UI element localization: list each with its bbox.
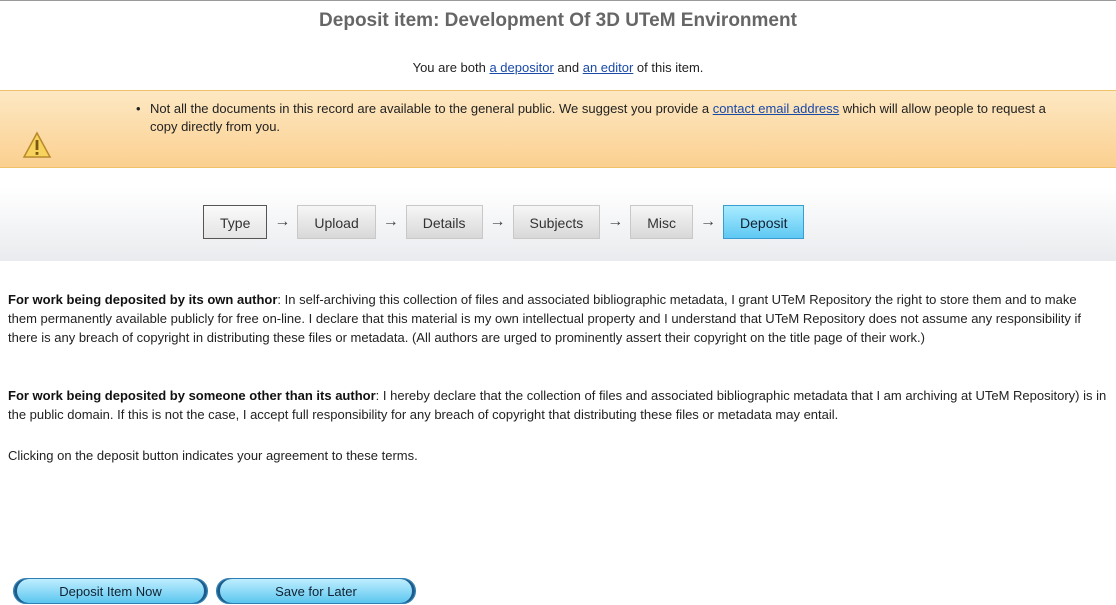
warning-triangle-icon [22, 131, 52, 158]
step-details[interactable]: Details [405, 205, 483, 239]
agreement-text: Clicking on the deposit button indicates… [8, 448, 418, 463]
warning-box: Not all the documents in this record are… [0, 90, 1116, 168]
arrow-right-icon: → [274, 213, 291, 230]
step-deposit[interactable]: Deposit [723, 205, 805, 239]
author-terms: For work being deposited by its own auth… [8, 290, 1108, 347]
arrow-right-icon: → [489, 213, 506, 230]
top-divider [0, 0, 1116, 1]
arrow-right-icon: → [607, 213, 624, 230]
warning-list: Not all the documents in this record are… [136, 100, 1070, 136]
step-subjects[interactable]: Subjects [512, 205, 601, 239]
warning-text: Not all the documents in this record are… [150, 101, 713, 116]
roles-prefix: You are both [412, 60, 490, 75]
arrow-right-icon: → [382, 213, 399, 230]
roles-suffix: of this item. [633, 60, 704, 75]
contact-email-link[interactable]: contact email address [713, 101, 839, 116]
editor-link[interactable]: an editor [583, 60, 634, 75]
depositor-link[interactable]: a depositor [489, 60, 553, 75]
action-buttons: Deposit Item Now Save for Later [13, 578, 416, 604]
other-terms-heading: For work being deposited by someone othe… [8, 388, 376, 403]
step-misc[interactable]: Misc [630, 205, 694, 239]
workflow-steps-bar: Type → Upload → Details → Subjects → Mis… [0, 187, 1116, 261]
workflow-steps: Type → Upload → Details → Subjects → Mis… [203, 205, 805, 239]
other-terms: For work being deposited by someone othe… [8, 386, 1108, 424]
deposit-item-now-button[interactable]: Deposit Item Now [13, 578, 208, 604]
roles-middle: and [553, 60, 583, 75]
warning-message: Not all the documents in this record are… [136, 100, 1070, 136]
step-type[interactable]: Type [203, 205, 268, 239]
page-title: Deposit item: Development Of 3D UTeM Env… [319, 10, 797, 31]
author-terms-heading: For work being deposited by its own auth… [8, 292, 278, 307]
step-upload[interactable]: Upload [297, 205, 376, 239]
save-for-later-button[interactable]: Save for Later [216, 578, 416, 604]
arrow-right-icon: → [700, 213, 717, 230]
roles-line: You are both a depositor and an editor o… [0, 60, 1116, 75]
